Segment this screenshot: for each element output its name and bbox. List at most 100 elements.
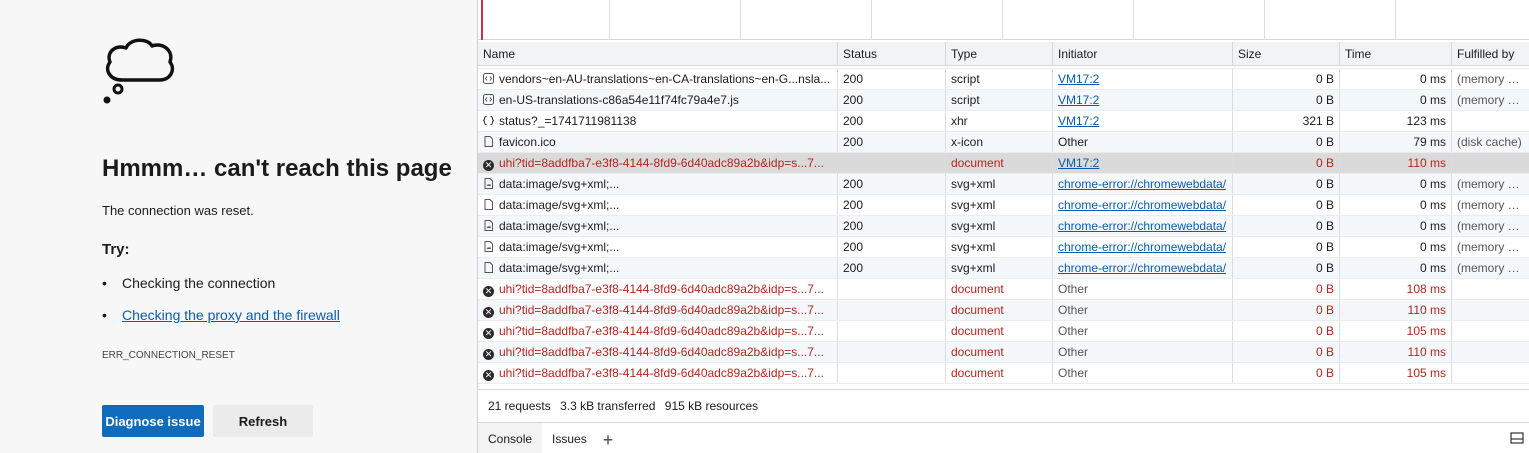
request-name[interactable]: ✕ uhi?tid=8addfba7-e3f8-4144-8fd9-6d40adc… [478,342,838,362]
request-fulfilled-by: (memory cache) [1457,261,1529,275]
error-icon: ✕ [483,370,494,381]
file-icon [483,261,499,275]
error-message: The connection was reset. [102,203,254,218]
script-icon [483,93,499,107]
request-name[interactable]: ✕ uhi?tid=8addfba7-e3f8-4144-8fd9-6d40adc… [478,363,838,383]
request-type: xhr [946,111,1053,131]
request-status [838,342,946,362]
request-initiator[interactable]: chrome-error://chromewebdata/ [1053,237,1233,257]
request-initiator[interactable]: VM17:2 [1053,69,1233,89]
request-status [838,363,946,383]
request-name[interactable]: data:image/svg+xml;... [478,237,838,257]
devtools-panel: Name Status Type Initiator Size Time Ful… [477,0,1529,453]
request-size: 0 B [1233,279,1340,299]
table-row[interactable]: data:image/svg+xml;... 200 svg+xml chrome-e… [478,237,1529,258]
request-name[interactable]: en-US-translations-c86a54e11f74fc79a4e7.… [478,90,838,110]
column-header-size[interactable]: Size [1233,42,1340,65]
table-row[interactable]: ✕ uhi?tid=8addfba7-e3f8-4144-8fd9-6d40adc… [478,279,1529,300]
column-header-status[interactable]: Status [838,42,946,65]
table-row[interactable]: vendors~en-AU-translations~en-CA-transla… [478,69,1529,90]
initiator-link[interactable]: VM17:2 [1058,93,1099,107]
request-name-text: uhi?tid=8addfba7-e3f8-4144-8fd9-6d40adc8… [499,282,824,296]
proxy-firewall-link[interactable]: Checking the proxy and the firewall [122,307,340,323]
table-row[interactable]: ✕ uhi?tid=8addfba7-e3f8-4144-8fd9-6d40adc… [478,153,1529,174]
tab-issues[interactable]: Issues [542,423,597,453]
request-name[interactable]: ✕ uhi?tid=8addfba7-e3f8-4144-8fd9-6d40adc… [478,321,838,341]
request-name-text: status?_=1741711981138 [499,114,637,128]
request-time: 108 ms [1340,279,1452,299]
table-row[interactable]: data:image/svg+xml;... 200 svg+xml chrome-e… [478,174,1529,195]
request-size: 0 B [1233,258,1340,278]
request-name[interactable]: ✕ uhi?tid=8addfba7-e3f8-4144-8fd9-6d40adc… [478,153,838,173]
tab-console[interactable]: Console [478,422,543,453]
request-type: script [946,90,1053,110]
initiator-link[interactable]: chrome-error://chromewebdata/ [1058,261,1226,275]
request-initiator[interactable]: chrome-error://chromewebdata/ [1053,174,1233,194]
table-row[interactable]: ✕ uhi?tid=8addfba7-e3f8-4144-8fd9-6d40adc… [478,300,1529,321]
request-type: document [946,342,1053,362]
initiator-link[interactable]: VM17:2 [1058,72,1099,86]
try-heading: Try: [102,241,130,258]
image-icon [483,219,499,233]
request-name[interactable]: ✕ uhi?tid=8addfba7-e3f8-4144-8fd9-6d40adc… [478,300,838,320]
table-row[interactable]: data:image/svg+xml;... 200 svg+xml chrome-e… [478,258,1529,279]
transferred-size: 3.3 kB transferred [560,399,656,413]
table-row[interactable]: favicon.ico 200 x-icon Other 0 B 79 ms (disk c… [478,132,1529,153]
request-initiator[interactable]: VM17:2 [1053,111,1233,131]
table-row[interactable]: data:image/svg+xml;... 200 svg+xml chrome-e… [478,216,1529,237]
table-row[interactable]: ✕ uhi?tid=8addfba7-e3f8-4144-8fd9-6d40adc… [478,321,1529,342]
request-initiator: Other [1053,300,1233,320]
request-fulfilled-by [1452,363,1529,383]
request-initiator[interactable]: VM17:2 [1053,153,1233,173]
request-name[interactable]: vendors~en-AU-translations~en-CA-transla… [478,69,838,89]
request-name[interactable]: status?_=1741711981138 [478,111,838,131]
request-type: svg+xml [946,237,1053,257]
table-row[interactable]: data:image/svg+xml;... 200 svg+xml chrome-e… [478,195,1529,216]
refresh-button[interactable]: Refresh [213,405,313,437]
suggestion-check-proxy: • Checking the proxy and the firewall [102,307,340,323]
table-row[interactable]: ✕ uhi?tid=8addfba7-e3f8-4144-8fd9-6d40adc… [478,342,1529,363]
column-header-fulfilled-by[interactable]: Fulfilled by [1452,42,1529,65]
request-time: 123 ms [1340,111,1452,131]
request-size: 0 B [1233,174,1340,194]
request-name[interactable]: data:image/svg+xml;... [478,174,838,194]
request-name[interactable]: data:image/svg+xml;... [478,258,838,278]
initiator-link[interactable]: VM17:2 [1058,156,1099,170]
table-row[interactable]: status?_=1741711981138 200 xhr VM17:2 321 B1… [478,111,1529,132]
table-row[interactable]: en-US-translations-c86a54e11f74fc79a4e7.… [478,90,1529,111]
initiator-link[interactable]: chrome-error://chromewebdata/ [1058,198,1226,212]
initiator-link[interactable]: chrome-error://chromewebdata/ [1058,240,1226,254]
request-type: document [946,300,1053,320]
initiator-link[interactable]: VM17:2 [1058,114,1099,128]
timeline-divider [1133,0,1134,40]
request-name[interactable]: data:image/svg+xml;... [478,216,838,236]
request-initiator[interactable]: chrome-error://chromewebdata/ [1053,195,1233,215]
request-initiator: Other [1053,132,1233,152]
request-type: document [946,279,1053,299]
diagnose-issue-button[interactable]: Diagnose issue [102,405,204,437]
request-time: 110 ms [1340,342,1452,362]
initiator-link[interactable]: chrome-error://chromewebdata/ [1058,219,1226,233]
request-initiator[interactable]: VM17:2 [1053,90,1233,110]
add-tab-icon[interactable]: + [597,426,622,451]
request-fulfilled-by: (memory cache) [1457,93,1529,107]
table-row[interactable]: ✕ uhi?tid=8addfba7-e3f8-4144-8fd9-6d40adc… [478,363,1529,384]
request-initiator: Other [1053,363,1233,383]
dock-panel-icon[interactable] [1510,432,1524,444]
column-header-initiator[interactable]: Initiator [1053,42,1233,65]
request-name[interactable]: favicon.ico [478,132,838,152]
column-header-type[interactable]: Type [946,42,1053,65]
request-name-text: uhi?tid=8addfba7-e3f8-4144-8fd9-6d40adc8… [499,366,824,380]
network-request-table: Name Status Type Initiator Size Time Ful… [478,42,1529,384]
request-fulfilled-by [1452,342,1529,362]
request-name[interactable]: ✕ uhi?tid=8addfba7-e3f8-4144-8fd9-6d40adc… [478,279,838,299]
initiator-link[interactable]: chrome-error://chromewebdata/ [1058,177,1226,191]
request-initiator[interactable]: chrome-error://chromewebdata/ [1053,216,1233,236]
column-header-name[interactable]: Name [478,42,838,65]
request-fulfilled-by: (memory cache) [1457,240,1529,254]
timeline-divider [871,0,872,40]
network-overview-timeline[interactable] [478,0,1529,40]
request-initiator[interactable]: chrome-error://chromewebdata/ [1053,258,1233,278]
request-name[interactable]: data:image/svg+xml;... [478,195,838,215]
column-header-time[interactable]: Time [1340,42,1452,65]
